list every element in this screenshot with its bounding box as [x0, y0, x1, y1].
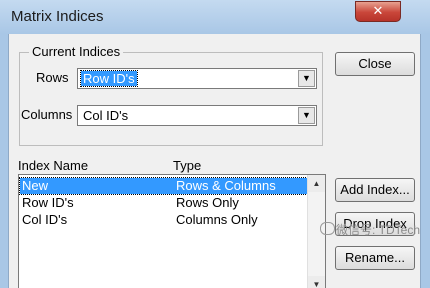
scroll-up-icon[interactable]: ▲ — [308, 175, 325, 192]
list-item[interactable]: Row ID's Rows Only — [20, 195, 307, 211]
index-name: Col ID's — [22, 212, 68, 227]
column-header-type: Type — [173, 158, 202, 173]
index-name: New — [22, 178, 49, 193]
index-type: Rows & Columns — [176, 178, 276, 193]
columns-dropdown[interactable]: Col ID's ▼ — [77, 105, 317, 126]
chevron-down-icon[interactable]: ▼ — [298, 107, 315, 124]
index-name: Row ID's — [22, 195, 74, 210]
rows-label: Rows — [36, 70, 69, 85]
rows-dropdown[interactable]: Row ID's ▼ — [77, 68, 317, 89]
rows-dropdown-value: Row ID's — [80, 70, 138, 87]
close-icon: ✕ — [372, 4, 384, 19]
current-indices-legend: Current Indices — [29, 44, 124, 59]
wechat-icon — [320, 222, 335, 235]
current-indices-group: Current Indices Rows Row ID's ▼ Columns … — [19, 44, 323, 146]
list-item[interactable]: New Rows & Columns — [19, 177, 308, 195]
columns-dropdown-value: Col ID's — [83, 108, 129, 123]
scroll-down-icon[interactable]: ▼ — [308, 276, 325, 288]
add-index-button[interactable]: Add Index... — [335, 178, 415, 202]
matrix-indices-dialog: Matrix Indices ✕ Current Indices Rows Ro… — [0, 0, 430, 288]
window-close-button[interactable]: ✕ — [355, 1, 401, 22]
dialog-body: Current Indices Rows Row ID's ▼ Columns … — [8, 34, 421, 288]
chevron-down-icon[interactable]: ▼ — [298, 70, 315, 87]
title-bar[interactable]: Matrix Indices ✕ — [0, 0, 430, 34]
column-header-index-name: Index Name — [18, 158, 89, 173]
index-type: Rows Only — [176, 195, 239, 210]
index-type: Columns Only — [176, 212, 258, 227]
index-list[interactable]: New Rows & Columns Row ID's Rows Only Co… — [18, 174, 326, 288]
rename-button[interactable]: Rename... — [335, 246, 415, 270]
watermark-text: 微信号: TDTech — [336, 223, 421, 237]
list-item[interactable]: Col ID's Columns Only — [20, 212, 307, 228]
columns-label: Columns — [21, 107, 73, 122]
window-title: Matrix Indices — [11, 8, 104, 25]
close-button[interactable]: Close — [335, 52, 415, 76]
